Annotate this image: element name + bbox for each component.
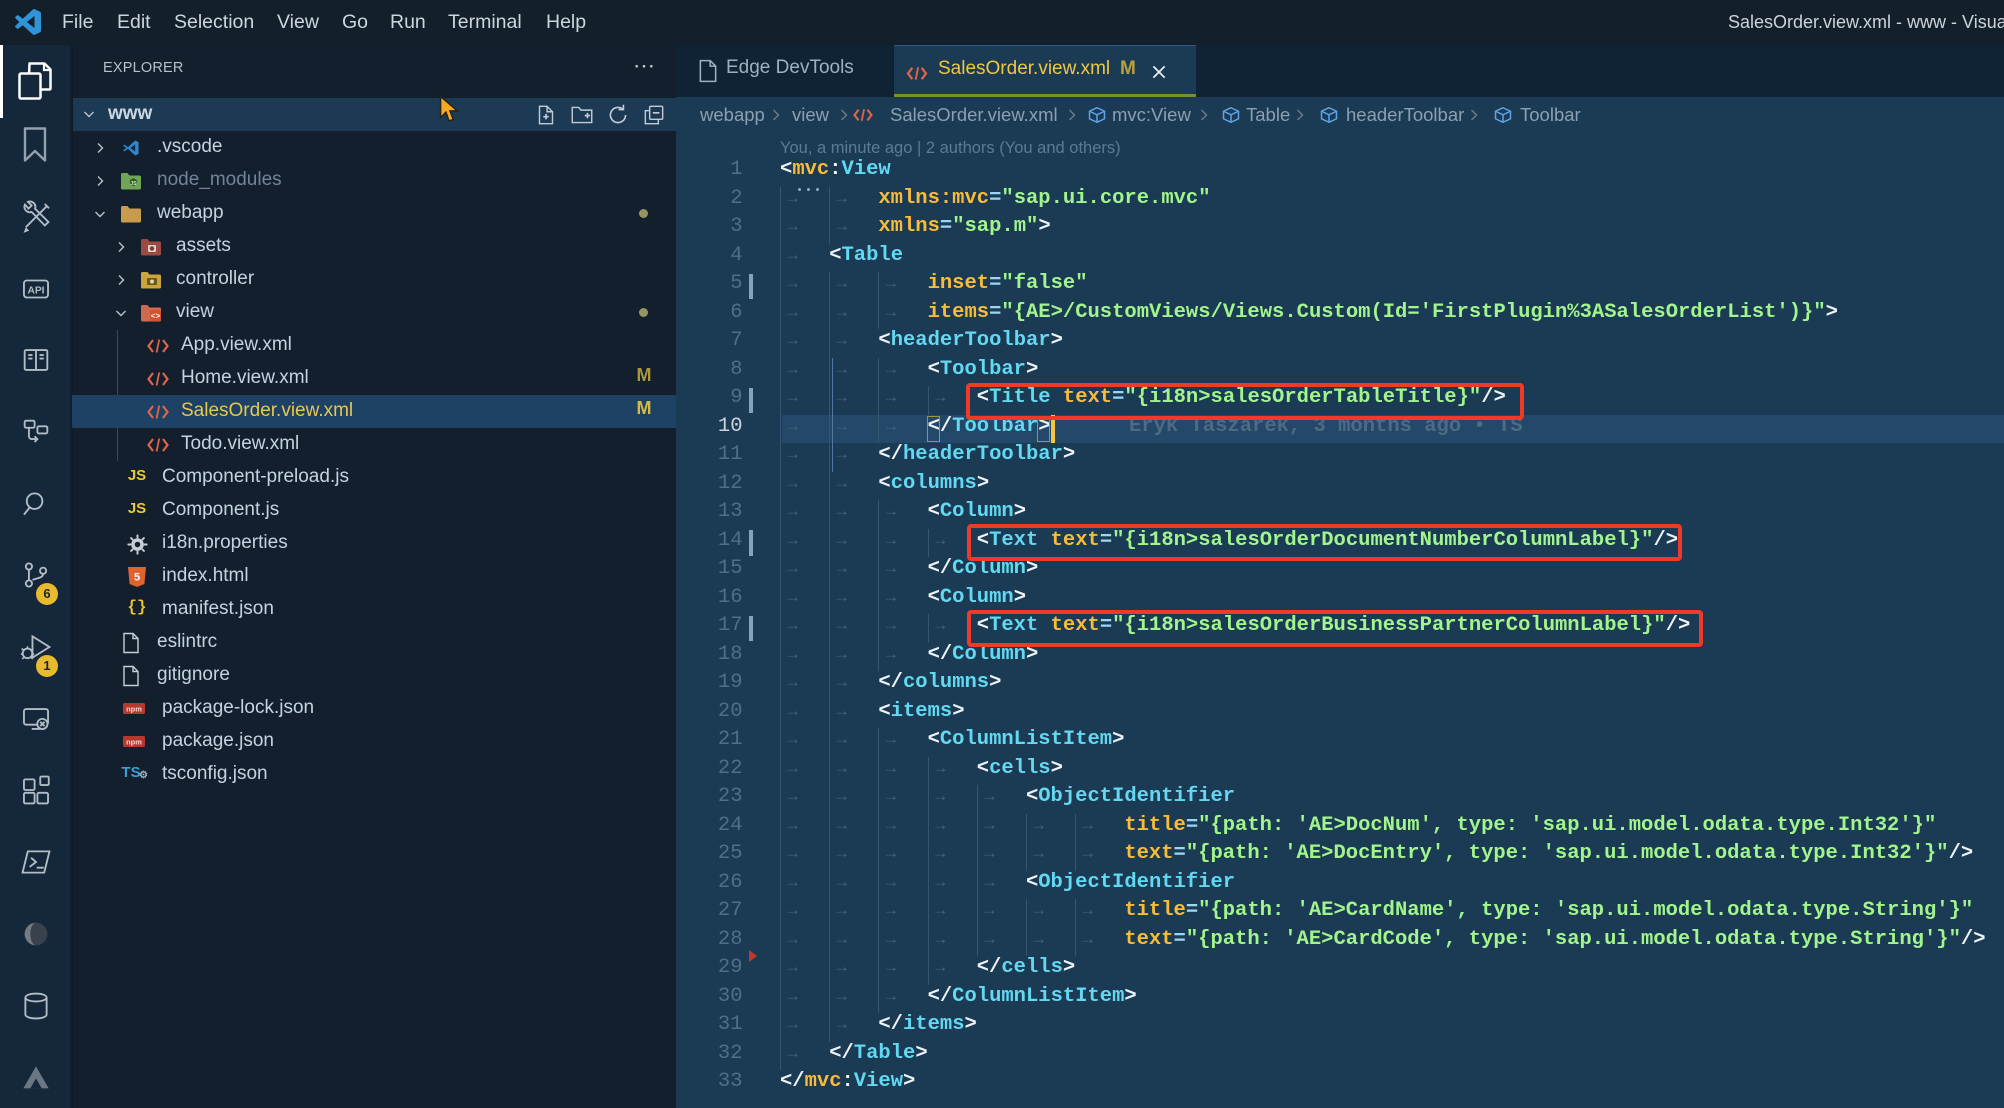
svg-text:JS: JS (130, 180, 137, 186)
svg-text:npm: npm (126, 737, 142, 746)
svg-text:5: 5 (134, 571, 140, 583)
svg-text:<>: <> (151, 312, 161, 321)
svg-text:npm: npm (126, 704, 142, 713)
svg-text:API: API (28, 286, 45, 297)
